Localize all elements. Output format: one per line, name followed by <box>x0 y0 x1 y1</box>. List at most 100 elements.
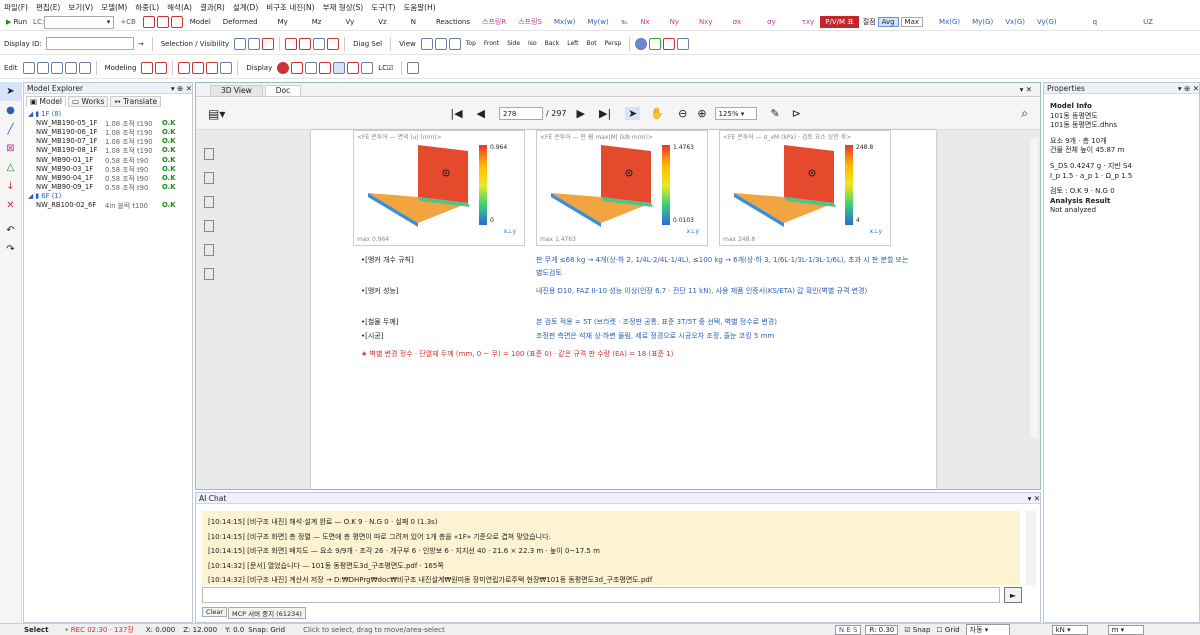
layers-icon[interactable] <box>204 196 214 208</box>
last-page-icon[interactable]: ▶| <box>599 107 611 120</box>
next-page-icon[interactable]: ▶ <box>577 107 585 120</box>
chat-input[interactable] <box>202 587 1000 603</box>
stop-icon[interactable] <box>291 61 304 74</box>
hand-icon[interactable]: ✋ <box>650 107 664 120</box>
view-bot[interactable]: Bot <box>587 40 597 47</box>
result-nx[interactable]: Nx <box>640 18 649 26</box>
zoom-select[interactable]: 125% ▾ <box>714 107 757 120</box>
shade-icon[interactable] <box>635 37 648 50</box>
menu-item[interactable]: 도움말(H) <box>403 2 435 13</box>
sign-icon[interactable]: ✎ <box>771 107 780 120</box>
grid-checkbox[interactable]: ☐ Grid <box>936 626 959 634</box>
download-icon[interactable] <box>333 61 346 74</box>
run-button[interactable]: ▶ Run <box>6 18 27 26</box>
mail-icon[interactable] <box>156 16 169 28</box>
array-icon[interactable] <box>50 61 63 74</box>
zoom-out-icon[interactable]: ⊖ <box>678 107 687 120</box>
length-unit-select[interactable]: m ▾ <box>1107 624 1144 635</box>
support-icon[interactable] <box>220 61 233 74</box>
first-page-icon[interactable]: |◀ <box>450 107 462 120</box>
zoom-fit-icon[interactable] <box>448 37 461 50</box>
vertical-scrollbar[interactable] <box>1030 138 1038 438</box>
result-n[interactable]: N <box>411 18 416 26</box>
prev-page-icon[interactable]: ◀ <box>477 107 485 120</box>
undo-icon[interactable]: ↶ <box>0 221 21 240</box>
force-unit-select[interactable]: kN ▾ <box>1051 624 1088 635</box>
view-back[interactable]: Back <box>545 40 560 47</box>
result-vx-g[interactable]: Vx(G) <box>1005 18 1025 26</box>
result-vy[interactable]: Vy <box>345 18 354 26</box>
mcp-stop-button[interactable]: MCP 서버 중지 (61234) <box>228 607 306 619</box>
result-deformed[interactable]: Deformed <box>223 18 258 26</box>
diag-sel-button[interactable]: Diag Sel <box>353 40 382 48</box>
result-model[interactable]: Model <box>190 18 211 26</box>
menu-item[interactable]: 결과(R) <box>200 2 225 13</box>
move-icon[interactable] <box>22 61 35 74</box>
tab-3d-view[interactable]: 3D View <box>210 85 263 96</box>
tab-doc[interactable]: Doc <box>264 85 302 96</box>
view-iso[interactable]: Iso <box>528 40 537 47</box>
grid-icon[interactable] <box>142 16 155 28</box>
spring-s-button[interactable]: 스프링S <box>518 17 542 27</box>
line-tool-icon[interactable]: ╱ <box>0 120 21 139</box>
avg-toggle[interactable]: Avg <box>877 17 899 27</box>
result-my-w[interactable]: My(w) <box>587 18 608 26</box>
image-icon[interactable] <box>361 61 374 74</box>
display-id-input[interactable] <box>45 37 134 50</box>
auto-select[interactable]: 자동 ▾ <box>965 623 1010 635</box>
plate-icon[interactable] <box>206 61 219 74</box>
menu-item[interactable]: 도구(T) <box>371 2 395 13</box>
result-mx-g[interactable]: Mx(G) <box>939 18 960 26</box>
node-icon[interactable] <box>141 61 154 74</box>
apply-arrow[interactable]: → <box>138 40 144 48</box>
lc-checkbox[interactable]: LC☑ <box>378 64 393 72</box>
search-icon[interactable]: ⌕ <box>1021 106 1028 121</box>
result-nxy[interactable]: Nxy <box>699 18 713 26</box>
bookmark-icon[interactable] <box>204 220 214 232</box>
select-box-icon[interactable] <box>248 37 261 50</box>
props-controls-icon[interactable]: ▾ ⊕ ✕ <box>1178 84 1199 93</box>
triangle-tool-icon[interactable]: △ <box>0 158 21 177</box>
result-sx[interactable]: σx <box>733 18 742 26</box>
result-ny[interactable]: Ny <box>670 18 679 26</box>
view-left[interactable]: Left <box>567 40 578 47</box>
table-icon[interactable] <box>170 16 183 28</box>
zoom-in-icon[interactable]: ⊕ <box>697 107 706 120</box>
chat-controls-icon[interactable]: ▾ ✕ <box>1028 494 1040 503</box>
view-side[interactable]: Side <box>507 40 520 47</box>
tab-model[interactable]: ▣ Model <box>26 96 67 107</box>
rotate-icon[interactable] <box>78 61 91 74</box>
send-button[interactable]: ► <box>1004 587 1022 603</box>
mirror-icon[interactable] <box>64 61 77 74</box>
chat-scrollbar[interactable] <box>1026 511 1036 585</box>
table-grid-icon[interactable] <box>407 61 420 74</box>
tab-works[interactable]: ▭ Works <box>68 96 109 107</box>
pen-icon[interactable] <box>305 61 318 74</box>
page-input[interactable]: 278 <box>499 107 544 120</box>
record-icon[interactable] <box>277 61 290 74</box>
pane-controls-icon[interactable]: ▾ ⊕ ✕ <box>171 84 192 93</box>
column-icon[interactable] <box>192 61 205 74</box>
result-vy-g[interactable]: Vy(G) <box>1037 18 1057 26</box>
pages-icon[interactable] <box>204 148 214 160</box>
select-all-icon[interactable] <box>234 37 247 50</box>
read-aloud-icon[interactable]: ⊳ <box>792 107 801 120</box>
result-reactions[interactable]: Reactions <box>436 18 470 26</box>
pointer-icon[interactable]: ➤ <box>0 82 21 101</box>
lc-select[interactable]: ▾ <box>44 15 115 29</box>
close-doc-icon[interactable]: ▾ ✕ <box>1020 85 1032 96</box>
menu-item[interactable]: 해석(A) <box>167 2 192 13</box>
view-persp[interactable]: Persp <box>605 40 622 47</box>
spring-r-button[interactable]: 스프링R <box>482 17 506 27</box>
triangle-icon[interactable] <box>649 37 662 50</box>
hide-icon[interactable] <box>299 37 312 50</box>
tab-translate[interactable]: ↔ Translate <box>110 96 162 107</box>
arrow-icon[interactable] <box>663 37 676 50</box>
result-uz[interactable]: UZ <box>1143 18 1153 26</box>
result-txy[interactable]: τxy <box>802 18 815 26</box>
result-q[interactable]: q <box>1093 18 1097 26</box>
nes-toggle[interactable]: N E S <box>834 624 862 635</box>
thumbnails-icon[interactable] <box>204 172 214 184</box>
beam-icon[interactable] <box>178 61 191 74</box>
menu-item[interactable]: 파일(F) <box>4 2 28 13</box>
